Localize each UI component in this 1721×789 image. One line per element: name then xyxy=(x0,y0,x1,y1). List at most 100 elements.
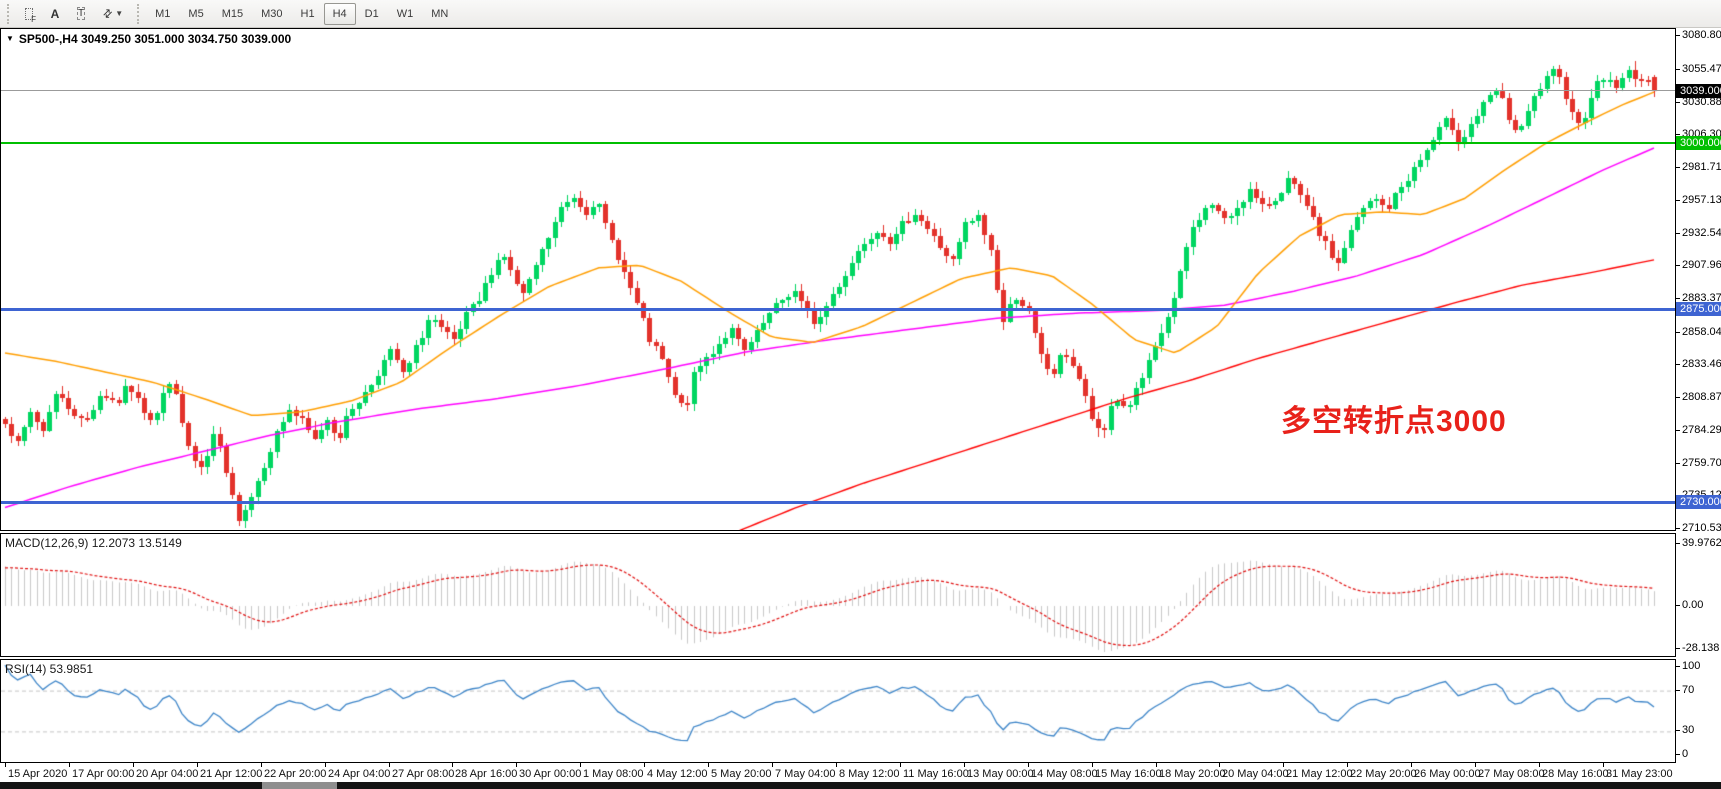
macd-tick-label: 0.00 xyxy=(1676,599,1703,612)
text-label-button[interactable]: T xyxy=(68,3,94,25)
macd-label: MACD(12,26,9) 12.2073 13.5149 xyxy=(5,536,182,550)
text-a-icon: A xyxy=(51,7,60,21)
time-tick xyxy=(1092,763,1093,767)
timeframe-button-m30[interactable]: M30 xyxy=(252,3,291,25)
time-tick-label: 4 May 12:00 xyxy=(647,768,708,780)
time-tick xyxy=(1283,763,1284,767)
time-tick xyxy=(1411,763,1412,767)
macd-tick-label: 39.9762 xyxy=(1676,537,1721,550)
time-tick xyxy=(1475,763,1476,767)
price-tick-label: 2907.960 xyxy=(1676,259,1721,272)
rsi-tick-label: 30 xyxy=(1676,724,1694,737)
main-chart-panel: ▼ SP500-,H4 3049.250 3051.000 3034.750 3… xyxy=(0,28,1721,531)
time-tick xyxy=(261,763,262,767)
time-tick-label: 18 May 20:00 xyxy=(1159,768,1226,780)
text-annotation-button[interactable]: A xyxy=(42,3,68,25)
time-tick-label: 7 May 04:00 xyxy=(775,768,836,780)
arrow-objects-button[interactable]: ⇄ ▼ xyxy=(94,3,132,25)
time-tick xyxy=(389,763,390,767)
arrows-icon: ⇄ xyxy=(100,6,116,22)
horizontal-level-line[interactable] xyxy=(1,308,1675,311)
time-tick-label: 15 Apr 2020 xyxy=(8,768,67,780)
price-tick-label: 2858.045 xyxy=(1676,326,1721,339)
time-tick-label: 22 Apr 20:00 xyxy=(264,768,326,780)
price-badge: 2730.000 xyxy=(1676,495,1721,509)
time-tick-label: 20 May 04:00 xyxy=(1222,768,1289,780)
rsi-label: RSI(14) 53.9851 xyxy=(5,662,93,676)
price-tick-label: 2784.290 xyxy=(1676,424,1721,437)
timeframe-button-w1[interactable]: W1 xyxy=(388,3,423,25)
toolbar: F A T ⇄ ▼ M1M5M15M30H1H4D1W1MN xyxy=(0,0,1721,28)
time-tick xyxy=(133,763,134,767)
time-tick xyxy=(1347,763,1348,767)
chevron-down-icon: ▼ xyxy=(115,9,123,18)
time-tick-label: 8 May 12:00 xyxy=(839,768,900,780)
time-tick-label: 26 May 00:00 xyxy=(1414,768,1481,780)
main-price-scale[interactable]: 3080.8003055.4703030.8853006.3002981.715… xyxy=(1676,28,1721,531)
time-tick xyxy=(580,763,581,767)
timeframe-button-m5[interactable]: M5 xyxy=(179,3,212,25)
timeframe-button-m15[interactable]: M15 xyxy=(213,3,252,25)
time-tick-label: 21 May 12:00 xyxy=(1286,768,1353,780)
rsi-tick-label: 0 xyxy=(1676,748,1688,761)
time-tick xyxy=(1539,763,1540,767)
rsi-canvas[interactable] xyxy=(1,660,1675,762)
macd-canvas[interactable] xyxy=(1,534,1675,656)
rsi-tick-label: 70 xyxy=(1676,684,1694,697)
time-tick xyxy=(5,763,6,767)
macd-plot[interactable]: MACD(12,26,9) 12.2073 13.5149 xyxy=(0,533,1676,657)
price-tick-label: 2957.130 xyxy=(1676,194,1721,207)
price-tick-label: 2833.460 xyxy=(1676,358,1721,371)
time-tick xyxy=(772,763,773,767)
time-tick xyxy=(325,763,326,767)
rsi-scale[interactable]: 100 70 30 0 xyxy=(1676,659,1721,763)
time-tick xyxy=(964,763,965,767)
time-tick-label: 27 Apr 08:00 xyxy=(392,768,454,780)
time-tick-label: 13 May 00:00 xyxy=(967,768,1034,780)
chart-title: ▼ SP500-,H4 3049.250 3051.000 3034.750 3… xyxy=(6,32,291,46)
toolbar-drag-handle[interactable] xyxy=(7,4,11,24)
time-tick xyxy=(1156,763,1157,767)
price-tick-label: 2981.715 xyxy=(1676,161,1721,174)
time-axis[interactable]: 15 Apr 202017 Apr 00:0020 Apr 04:0021 Ap… xyxy=(0,763,1676,782)
timeframe-button-h1[interactable]: H1 xyxy=(292,3,324,25)
text-label-icon: T xyxy=(77,7,85,20)
price-chart-plot[interactable]: ▼ SP500-,H4 3049.250 3051.000 3034.750 3… xyxy=(0,28,1676,531)
price-badge: 2875.000 xyxy=(1676,302,1721,316)
time-tick xyxy=(197,763,198,767)
macd-scale[interactable]: 39.97620.00-28.138 xyxy=(1676,533,1721,657)
time-tick-label: 1 May 08:00 xyxy=(583,768,644,780)
time-tick xyxy=(1219,763,1220,767)
chart-annotation-text[interactable]: 多空转折点3000 xyxy=(1281,396,1507,440)
rsi-plot[interactable]: RSI(14) 53.9851 xyxy=(0,659,1676,763)
time-tick-label: 24 Apr 04:00 xyxy=(328,768,390,780)
price-badge: 3000.000 xyxy=(1676,136,1721,150)
time-tick xyxy=(708,763,709,767)
time-tick-label: 15 May 16:00 xyxy=(1095,768,1162,780)
rsi-panel: RSI(14) 53.9851 100 70 30 0 xyxy=(0,659,1721,763)
time-tick xyxy=(644,763,645,767)
time-tick-label: 11 May 16:00 xyxy=(903,768,969,780)
timeframe-button-m1[interactable]: M1 xyxy=(146,3,179,25)
time-tick-label: 22 May 20:00 xyxy=(1350,768,1417,780)
time-tick-label: 17 Apr 00:00 xyxy=(72,768,134,780)
time-tick-label: 28 May 16:00 xyxy=(1542,768,1609,780)
fibonacci-tool-button[interactable]: F xyxy=(16,3,42,25)
bottom-window-edge xyxy=(0,782,1721,789)
horizontal-level-line[interactable] xyxy=(1,501,1675,504)
time-tick-label: 31 May 23:00 xyxy=(1606,768,1673,780)
time-tick-label: 20 Apr 04:00 xyxy=(136,768,198,780)
price-badge: 3039.000 xyxy=(1676,84,1721,98)
time-tick xyxy=(1028,763,1029,767)
time-tick xyxy=(836,763,837,767)
timeframe-button-d1[interactable]: D1 xyxy=(356,3,388,25)
dropdown-triangle-icon[interactable]: ▼ xyxy=(6,35,14,43)
bottom-edge-segment xyxy=(262,782,337,789)
timeframe-button-mn[interactable]: MN xyxy=(422,3,457,25)
rsi-tick-label: 100 xyxy=(1676,660,1700,673)
price-tick-label: 2932.545 xyxy=(1676,227,1721,240)
price-tick-label: 2808.875 xyxy=(1676,391,1721,404)
candlestick-canvas[interactable] xyxy=(1,29,1675,530)
timeframe-button-h4[interactable]: H4 xyxy=(324,3,356,25)
horizontal-level-line[interactable] xyxy=(1,142,1675,144)
